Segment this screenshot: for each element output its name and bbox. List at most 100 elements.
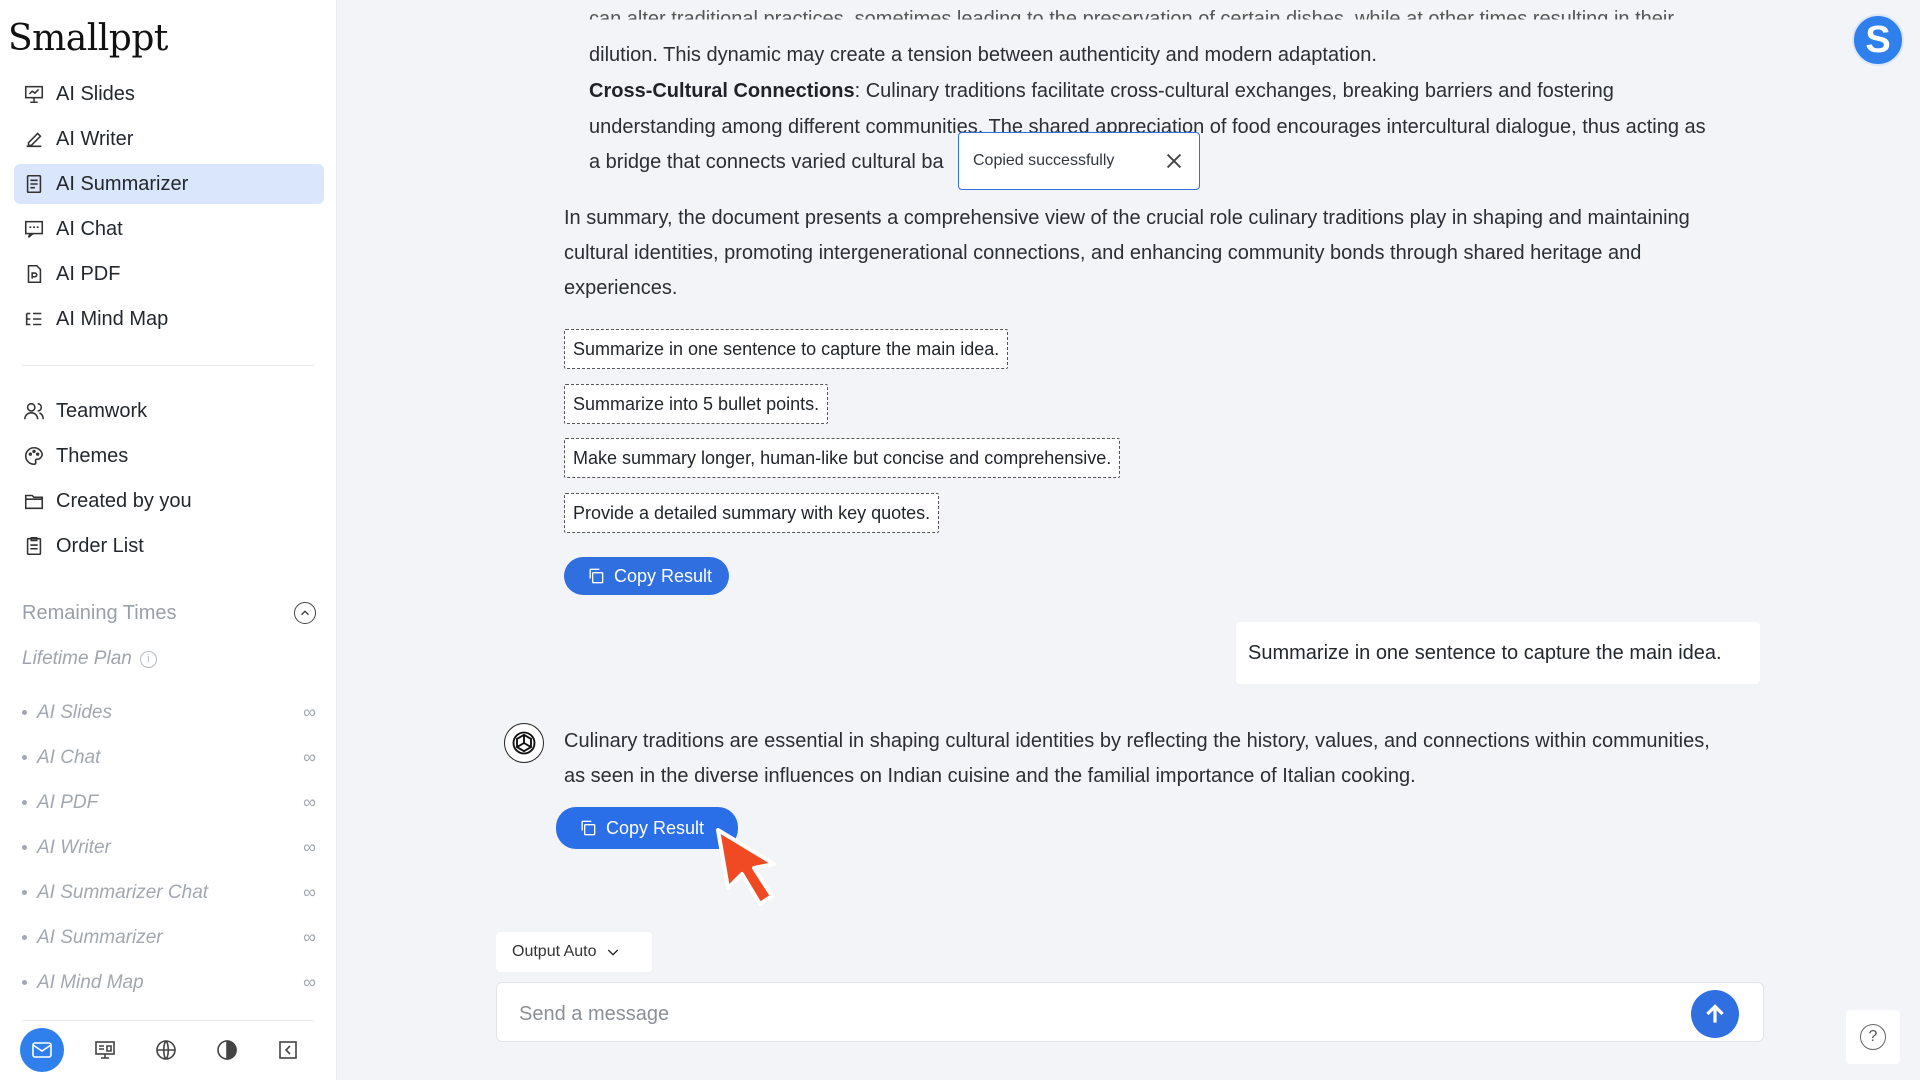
summary-text: cultural identities, promoting intergene… <box>564 242 1642 264</box>
sidebar-item-label: Teamwork <box>56 399 148 422</box>
secondary-nav: Teamwork Themes Created by you Order Lis… <box>14 391 324 571</box>
pen-icon <box>22 127 46 151</box>
sidebar-item-order-list[interactable]: Order List <box>14 526 324 566</box>
bullet-icon <box>22 845 27 850</box>
quota-value: ∞ <box>303 747 316 767</box>
bullet-icon <box>22 755 27 760</box>
sidebar-item-label: AI Chat <box>56 217 123 240</box>
bullet-icon <box>22 980 27 985</box>
assistant-avatar <box>504 723 544 763</box>
bullet-icon <box>22 800 27 805</box>
remaining-times-header: Remaining Times <box>22 598 316 628</box>
primary-nav: AI Slides AI Writer AI Summarizer AI Cha… <box>14 74 324 344</box>
suggestion-chip[interactable]: Provide a detailed summary with key quot… <box>564 493 940 533</box>
quota-list: AI Slides ∞ AI Chat ∞ AI PDF ∞ AI Writer ∞ A… <box>22 690 316 1005</box>
response-text: : Culinary traditions facilitate cross-c… <box>854 80 1614 102</box>
partial-text-line: can alter traditional practices, sometim… <box>589 8 1674 30</box>
copy-result-label: Copy Result <box>614 565 713 586</box>
app-logo[interactable]: Smallppt <box>8 18 168 59</box>
arrow-up-icon <box>1706 1004 1724 1023</box>
sidebar-item-ai-chat[interactable]: AI Chat <box>14 209 324 249</box>
output-length-select[interactable]: Output Auto <box>496 932 652 972</box>
sidebar-item-ai-summarizer[interactable]: AI Summarizer <box>14 164 324 204</box>
globe-icon[interactable] <box>146 1030 186 1070</box>
assistant-response: Culinary traditions are essential in sha… <box>564 730 1710 752</box>
response-text: a bridge that connects varied cultural b… <box>589 151 944 173</box>
quota-item: AI Mind Map ∞ <box>22 960 316 1005</box>
chevron-down-icon <box>607 949 618 956</box>
copied-toast: Copied successfully <box>958 132 1200 190</box>
sidebar-item-ai-slides[interactable]: AI Slides <box>14 74 324 114</box>
suggestion-chip[interactable]: Summarize into 5 bullet points. <box>564 384 829 424</box>
sidebar-item-created-by-you[interactable]: Created by you <box>14 481 324 521</box>
send-button[interactable] <box>1691 990 1739 1038</box>
sidebar-item-label: AI Summarizer <box>56 172 189 195</box>
openai-logo-icon <box>512 731 536 755</box>
copy-result-label: Copy Result <box>606 817 705 838</box>
section-heading: Cross-Cultural Connections <box>589 80 855 102</box>
mouse-cursor-icon <box>716 828 776 906</box>
sidebar-item-label: AI Mind Map <box>56 307 169 330</box>
quota-value: ∞ <box>303 927 316 947</box>
response-text: dilution. This dynamic may create a tens… <box>589 44 1377 66</box>
sidebar-divider <box>22 1020 314 1021</box>
sidebar-item-label: AI Writer <box>56 127 134 150</box>
suggestion-chip[interactable]: Make summary longer, human-like but conc… <box>564 438 1121 478</box>
sidebar-divider <box>22 365 314 366</box>
quota-value: ∞ <box>303 792 316 812</box>
bullet-icon <box>22 710 27 715</box>
quota-item: AI Chat ∞ <box>22 735 316 780</box>
presentation-icon <box>22 82 46 106</box>
quota-item: AI Summarizer Chat ∞ <box>22 870 316 915</box>
sidebar-item-themes[interactable]: Themes <box>14 436 324 476</box>
presentation-icon[interactable] <box>85 1030 125 1070</box>
team-icon <box>22 399 46 423</box>
output-select-label: Output Auto <box>512 943 597 960</box>
sidebar-bottom-bar <box>20 1026 314 1074</box>
sidebar-item-label: AI PDF <box>56 262 121 285</box>
copy-result-button[interactable]: Copy Result <box>564 557 729 595</box>
bullet-icon <box>22 935 27 940</box>
quota-item: AI Writer ∞ <box>22 825 316 870</box>
bullet-icon <box>22 890 27 895</box>
help-button[interactable]: ? <box>1846 1010 1900 1064</box>
user-avatar[interactable]: S <box>1852 14 1904 66</box>
remaining-times-title: Remaining Times <box>22 601 177 624</box>
collapse-remaining-toggle[interactable] <box>294 602 316 624</box>
quota-label: AI Summarizer Chat <box>37 881 209 903</box>
mail-icon[interactable] <box>20 1028 64 1072</box>
sidebar-item-ai-pdf[interactable]: AI PDF <box>14 254 324 294</box>
sidebar-item-label: Themes <box>56 444 129 467</box>
sidebar-item-ai-writer[interactable]: AI Writer <box>14 119 324 159</box>
palette-icon <box>22 444 46 468</box>
summary-text: In summary, the document presents a comp… <box>564 207 1690 229</box>
copy-result-button[interactable]: Copy Result <box>556 807 738 849</box>
quota-label: AI Slides <box>37 701 112 723</box>
sidebar-item-ai-mind-map[interactable]: AI Mind Map <box>14 299 324 339</box>
contrast-icon[interactable] <box>207 1030 247 1070</box>
info-icon[interactable]: i <box>139 650 157 668</box>
copy-icon <box>581 820 596 836</box>
sidebar: Smallppt AI Slides AI Writer AI Summariz… <box>0 0 337 1080</box>
quota-value: ∞ <box>303 702 316 722</box>
message-input[interactable] <box>517 995 1661 1033</box>
quota-item: AI Summarizer ∞ <box>22 915 316 960</box>
sidebar-item-label: AI Slides <box>56 82 135 105</box>
collapse-sidebar-icon[interactable] <box>268 1030 308 1070</box>
sidebar-item-label: Order List <box>56 534 144 557</box>
chat-icon <box>22 217 46 241</box>
plan-label: Lifetime Plan i <box>22 648 157 670</box>
quota-item: AI PDF ∞ <box>22 780 316 825</box>
plan-name: Lifetime Plan <box>22 648 132 669</box>
message-composer <box>496 982 1764 1042</box>
quota-label: AI Mind Map <box>37 971 144 993</box>
document-icon <box>22 172 46 196</box>
pdf-icon <box>22 262 46 286</box>
close-icon[interactable] <box>1163 150 1185 172</box>
quota-value: ∞ <box>303 837 316 857</box>
quota-label: AI Writer <box>37 836 111 858</box>
quota-value: ∞ <box>303 882 316 902</box>
sidebar-item-teamwork[interactable]: Teamwork <box>14 391 324 431</box>
suggestion-chip[interactable]: Summarize in one sentence to capture the… <box>564 329 1009 369</box>
user-message-bubble: Summarize in one sentence to capture the… <box>1236 622 1760 684</box>
